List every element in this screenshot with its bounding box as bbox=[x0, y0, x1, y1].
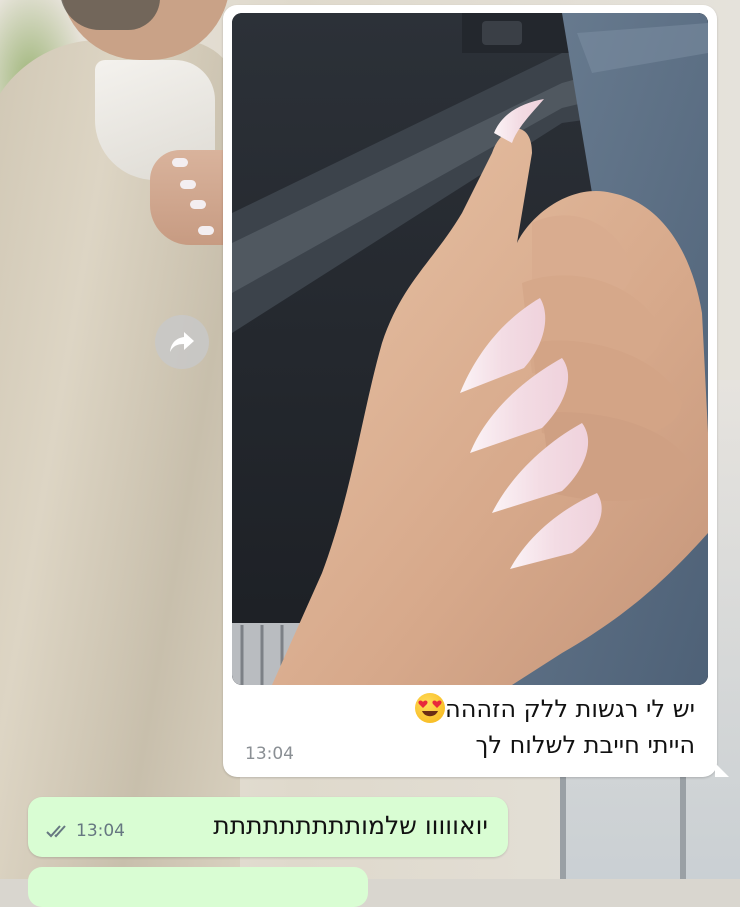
wallpaper-rail bbox=[560, 760, 566, 879]
heart-eyes-emoji-icon bbox=[415, 693, 446, 723]
caption-line-1: יש לי רגשות ללק הזההה bbox=[411, 693, 695, 723]
double-check-read-icon bbox=[46, 825, 66, 838]
forward-arrow-icon bbox=[170, 332, 194, 352]
outgoing-message-bubble[interactable]: 13:04 יואווווו שלמותתתתתתתתת bbox=[28, 797, 508, 857]
incoming-message-bubble[interactable]: יש לי רגשות ללק הזההה הייתי חייבת לשלוח … bbox=[223, 5, 729, 777]
next-outgoing-message-bubble[interactable] bbox=[28, 867, 368, 907]
caption-line-2: הייתי חייבת לשלוח לך bbox=[475, 731, 695, 759]
forward-button[interactable] bbox=[155, 315, 209, 369]
outgoing-message-meta: 13:04 bbox=[46, 821, 125, 841]
manicure-hand-photo bbox=[232, 13, 708, 685]
outgoing-message-text: יואווווו שלמותתתתתתתתת bbox=[213, 811, 488, 840]
wallpaper-nail bbox=[198, 226, 214, 235]
message-photo[interactable] bbox=[232, 13, 708, 685]
wallpaper-nail bbox=[172, 158, 188, 167]
wallpaper-rail bbox=[680, 760, 686, 879]
incoming-timestamp: 13:04 bbox=[245, 744, 294, 764]
wallpaper-nail bbox=[180, 180, 196, 189]
outgoing-timestamp: 13:04 bbox=[76, 821, 125, 841]
wallpaper-nail bbox=[190, 200, 206, 209]
bubble-tail bbox=[715, 763, 729, 777]
caption-line-1-text: יש לי רגשות ללק הזההה bbox=[445, 695, 695, 723]
